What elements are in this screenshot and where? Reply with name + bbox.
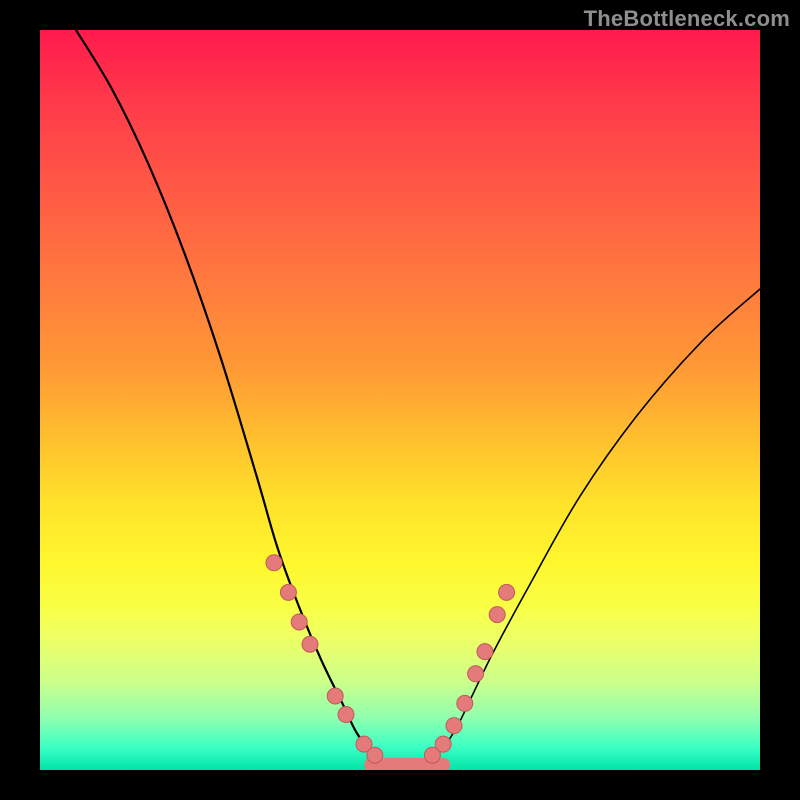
highlight-dot — [291, 614, 307, 630]
marker-layer — [266, 555, 515, 763]
highlight-dot — [446, 718, 462, 734]
highlight-dot — [457, 695, 473, 711]
highlight-dot — [435, 736, 451, 752]
highlight-dot — [280, 584, 296, 600]
highlight-dot — [302, 636, 318, 652]
watermark-text: TheBottleneck.com — [584, 6, 790, 32]
chart-frame: TheBottleneck.com — [0, 0, 800, 800]
highlight-dot — [338, 707, 354, 723]
highlight-dot — [266, 555, 282, 571]
chart-svg — [40, 30, 760, 770]
highlight-dot — [468, 666, 484, 682]
left-curve — [76, 30, 386, 763]
plot-area — [40, 30, 760, 770]
curve-layer — [76, 30, 760, 763]
highlight-dot — [489, 607, 505, 623]
right-curve — [429, 289, 760, 763]
highlight-dot — [367, 747, 383, 763]
highlight-dot — [477, 644, 493, 660]
highlight-dot — [327, 688, 343, 704]
highlight-dot — [499, 584, 515, 600]
